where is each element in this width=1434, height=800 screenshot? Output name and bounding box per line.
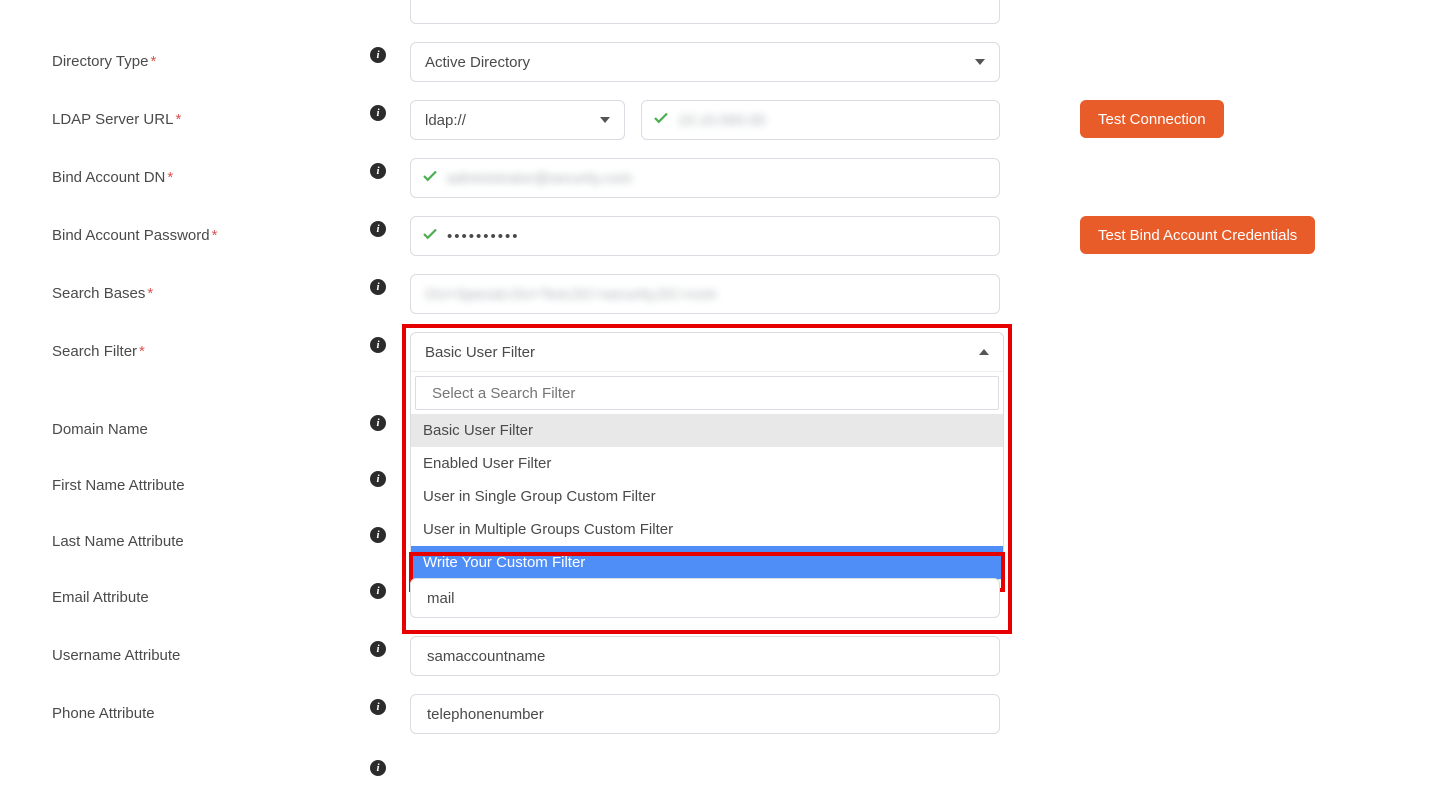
ldap-scheme-value: ldap:// [425,112,466,129]
info-icon[interactable]: i [370,221,386,237]
search-filter-option[interactable]: Enabled User Filter [411,447,1003,480]
bind-dn-input[interactable]: administrator@security.com [410,158,1000,198]
search-bases-label: Search Bases [52,285,145,302]
info-icon[interactable]: i [370,337,386,353]
email-attr-input[interactable] [410,578,1000,618]
username-attr-value[interactable] [425,647,985,666]
search-filter-combobox[interactable]: Basic User Filter [410,332,1004,372]
info-icon[interactable]: i [370,527,386,543]
domain-name-label: Domain Name [52,421,148,438]
last-name-attr-label: Last Name Attribute [52,533,184,550]
search-filter-search[interactable] [430,384,984,403]
ldap-host-input[interactable]: 10.10.000.00 [641,100,1000,140]
unknown-top-input[interactable] [410,0,1000,24]
search-filter-option[interactable]: Basic User Filter [411,414,1003,447]
check-icon [652,109,670,131]
chevron-down-icon [975,59,985,65]
directory-type-select[interactable]: Active Directory [410,42,1000,82]
search-filter-panel: Basic User Filter Enabled User Filter Us… [410,372,1004,580]
bind-pw-label: Bind Account Password [52,227,210,244]
search-bases-input[interactable]: OU=Special,OU=Test,DC=security,DC=com [410,274,1000,314]
required-asterisk: * [147,285,153,302]
search-filter-option[interactable]: User in Single Group Custom Filter [411,480,1003,513]
bind-pw-value: •••••••••• [447,228,520,245]
search-bases-value: OU=Special,OU=Test,DC=security,DC=com [425,286,716,303]
search-filter-search-input[interactable] [415,376,999,410]
required-asterisk: * [139,343,145,360]
check-icon [421,167,439,189]
required-asterisk: * [212,227,218,244]
ldap-url-label: LDAP Server URL [52,111,173,128]
bind-dn-label: Bind Account DN [52,169,165,186]
search-filter-option[interactable]: Write Your Custom Filter [411,546,1003,579]
chevron-down-icon [600,117,610,123]
required-asterisk: * [167,169,173,186]
check-icon [421,225,439,247]
required-asterisk: * [175,111,181,128]
bind-pw-input[interactable]: •••••••••• [410,216,1000,256]
info-icon[interactable]: i [370,641,386,657]
email-attr-value[interactable] [425,589,985,608]
chevron-up-icon [979,349,989,355]
ldap-host-value: 10.10.000.00 [678,112,766,129]
info-icon[interactable]: i [370,105,386,121]
info-icon[interactable]: i [370,699,386,715]
directory-type-label: Directory Type [52,53,148,70]
phone-attr-label: Phone Attribute [52,705,155,722]
info-icon[interactable]: i [370,415,386,431]
info-icon[interactable]: i [370,471,386,487]
directory-type-value: Active Directory [425,54,530,71]
username-attr-input[interactable] [410,636,1000,676]
phone-attr-value[interactable] [425,705,985,724]
phone-attr-input[interactable] [410,694,1000,734]
info-icon[interactable]: i [370,163,386,179]
search-filter-dropdown[interactable]: Basic User Filter Basic User Filter Enab… [410,332,1004,580]
info-icon[interactable]: i [370,47,386,63]
search-filter-option[interactable]: User in Multiple Groups Custom Filter [411,513,1003,546]
email-attr-label: Email Attribute [52,589,149,606]
info-icon[interactable]: i [370,583,386,599]
bind-dn-value: administrator@security.com [447,170,632,187]
search-filter-selected: Basic User Filter [425,344,535,361]
required-asterisk: * [150,53,156,70]
test-bind-button[interactable]: Test Bind Account Credentials [1080,216,1315,254]
username-attr-label: Username Attribute [52,647,180,664]
info-icon[interactable]: i [370,760,386,776]
first-name-attr-label: First Name Attribute [52,477,185,494]
search-filter-label: Search Filter [52,343,137,360]
test-connection-button[interactable]: Test Connection [1080,100,1224,138]
ldap-scheme-select[interactable]: ldap:// [410,100,625,140]
info-icon[interactable]: i [370,279,386,295]
